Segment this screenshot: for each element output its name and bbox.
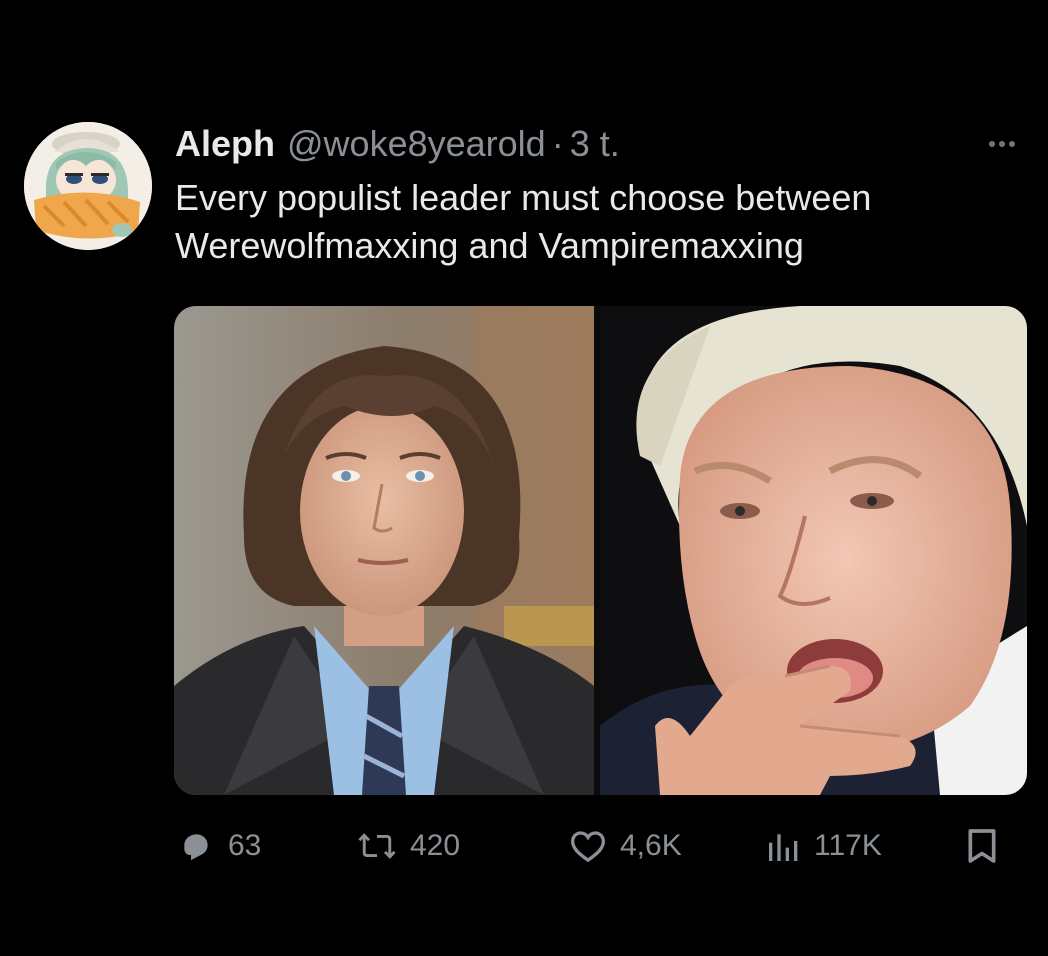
more-dot bbox=[1009, 141, 1015, 147]
views-count: 117K bbox=[814, 829, 882, 862]
reply-icon bbox=[184, 834, 208, 861]
tweet-header: Aleph @woke8yearold · 3 t. bbox=[175, 120, 620, 168]
heart-icon bbox=[570, 831, 606, 863]
reply-count: 63 bbox=[228, 829, 262, 862]
timestamp[interactable]: 3 t. bbox=[570, 120, 620, 168]
bookmark-icon bbox=[968, 829, 996, 863]
more-dot bbox=[999, 141, 1005, 147]
avatar[interactable] bbox=[24, 122, 152, 250]
views-button[interactable]: 117K bbox=[766, 818, 882, 874]
like-button[interactable]: 4,6K bbox=[568, 818, 682, 874]
media-image-right[interactable] bbox=[600, 306, 1027, 795]
reply-button[interactable]: 63 bbox=[176, 818, 261, 874]
retweet-icon bbox=[358, 833, 396, 859]
retweet-button[interactable]: 420 bbox=[356, 818, 460, 874]
more-options-button[interactable] bbox=[978, 130, 1026, 158]
tweet-actions: 63 420 4,6K 117K bbox=[174, 818, 1027, 874]
views-icon bbox=[769, 834, 798, 861]
separator-dot: · bbox=[551, 123, 564, 164]
tweet-media bbox=[174, 306, 1027, 795]
bookmark-button[interactable] bbox=[964, 818, 1000, 874]
anime-character-avatar-icon bbox=[24, 122, 152, 250]
photo-man-white-hair-licking-fingers-icon bbox=[600, 306, 1027, 795]
like-count: 4,6K bbox=[620, 829, 682, 862]
tweet-text-line: Werewolfmaxxing and Vampiremaxxing bbox=[175, 225, 804, 266]
tweet-text-line: Every populist leader must choose betwee… bbox=[175, 177, 872, 218]
photo-man-dark-leather-coat-icon bbox=[174, 306, 594, 795]
display-name[interactable]: Aleph bbox=[175, 120, 275, 168]
tweet-card: Aleph @woke8yearold · 3 t. Every populis… bbox=[0, 0, 1048, 956]
tweet-text: Every populist leader must choose betwee… bbox=[175, 174, 1025, 270]
user-handle[interactable]: @woke8yearold bbox=[287, 120, 546, 168]
retweet-count: 420 bbox=[410, 829, 461, 862]
more-horizontal-icon bbox=[989, 141, 995, 147]
media-image-left[interactable] bbox=[174, 306, 594, 795]
